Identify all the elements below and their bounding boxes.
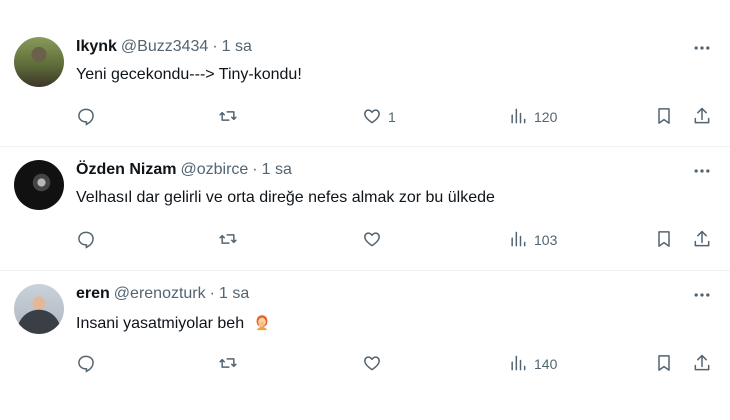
- reply-feed: Ikynk @Buzz3434 · 1 sa Yeni gecekondu---…: [0, 0, 730, 420]
- bookmark-button[interactable]: [654, 104, 674, 130]
- user-handle[interactable]: @ozbirce: [180, 161, 248, 179]
- avatar[interactable]: [14, 284, 64, 334]
- user-name[interactable]: eren: [76, 285, 110, 303]
- heart-icon: [362, 353, 382, 376]
- views-button[interactable]: 103: [508, 227, 557, 253]
- like-button[interactable]: [362, 351, 388, 377]
- action-bar: 140: [76, 351, 716, 377]
- views-button[interactable]: 140: [508, 351, 557, 377]
- separator-dot: ·: [212, 38, 218, 55]
- share-button[interactable]: [692, 104, 712, 130]
- view-count: 140: [534, 356, 558, 372]
- reply-item[interactable]: eren @erenozturk · 1 sa Insani yasatmiyo…: [0, 271, 730, 411]
- view-count: 120: [534, 109, 558, 125]
- timestamp[interactable]: 1 sa: [219, 285, 249, 303]
- separator-dot: ·: [252, 161, 258, 178]
- retweet-icon: [218, 229, 238, 252]
- user-handle[interactable]: @Buzz3434: [121, 38, 208, 56]
- reply-icon: [76, 106, 96, 129]
- more-horizontal-icon[interactable]: [692, 38, 712, 58]
- like-button[interactable]: 1: [362, 104, 396, 130]
- heart-icon: [362, 229, 382, 252]
- reply-button[interactable]: [76, 104, 96, 130]
- share-button[interactable]: [692, 351, 712, 377]
- user-name[interactable]: Özden Nizam: [76, 161, 176, 179]
- bookmark-icon: [654, 229, 674, 252]
- reply-button[interactable]: [76, 351, 96, 377]
- separator-dot: ·: [209, 285, 215, 302]
- face-palm-emoji: [253, 313, 271, 331]
- views-icon: [508, 229, 528, 252]
- reply-text: Yeni gecekondu---> Tiny-kondu!: [76, 66, 302, 83]
- user-handle[interactable]: @erenozturk: [114, 285, 206, 303]
- share-icon: [692, 353, 712, 376]
- views-icon: [508, 353, 528, 376]
- avatar[interactable]: [14, 37, 64, 87]
- view-count: 103: [534, 232, 558, 248]
- retweet-icon: [218, 106, 238, 129]
- more-horizontal-icon[interactable]: [692, 161, 712, 181]
- retweet-button[interactable]: [218, 104, 238, 130]
- reply-text: Insani yasatmiyolar beh: [76, 315, 245, 332]
- like-count: 1: [388, 109, 396, 125]
- reply-icon: [76, 353, 96, 376]
- views-button[interactable]: 120: [508, 104, 557, 130]
- action-bar: 103: [76, 227, 716, 253]
- timestamp[interactable]: 1 sa: [222, 38, 252, 56]
- avatar[interactable]: [14, 160, 64, 210]
- timestamp[interactable]: 1 sa: [262, 161, 292, 179]
- more-horizontal-icon[interactable]: [692, 285, 712, 305]
- reply-header: eren @erenozturk · 1 sa: [76, 285, 249, 303]
- share-button[interactable]: [692, 227, 712, 253]
- reply-button[interactable]: [76, 227, 96, 253]
- bookmark-icon: [654, 106, 674, 129]
- retweet-button[interactable]: [218, 227, 238, 253]
- heart-icon: [362, 106, 382, 129]
- bookmark-icon: [654, 353, 674, 376]
- action-bar: 1 120: [76, 104, 716, 130]
- bookmark-button[interactable]: [654, 227, 674, 253]
- retweet-button[interactable]: [218, 351, 238, 377]
- reply-header: Özden Nizam @ozbirce · 1 sa: [76, 161, 292, 179]
- retweet-icon: [218, 353, 238, 376]
- reply-item[interactable]: Özden Nizam @ozbirce · 1 sa Velhasıl dar…: [0, 147, 730, 269]
- reply-icon: [76, 229, 96, 252]
- user-name[interactable]: Ikynk: [76, 38, 117, 56]
- reply-header: Ikynk @Buzz3434 · 1 sa: [76, 38, 252, 56]
- reply-item[interactable]: Ikynk @Buzz3434 · 1 sa Yeni gecekondu---…: [0, 24, 730, 146]
- bookmark-button[interactable]: [654, 351, 674, 377]
- like-button[interactable]: [362, 227, 388, 253]
- views-icon: [508, 106, 528, 129]
- reply-text-container: Insani yasatmiyolar beh: [76, 313, 271, 333]
- share-icon: [692, 106, 712, 129]
- reply-text: Velhasıl dar gelirli ve orta direğe nefe…: [76, 189, 495, 206]
- share-icon: [692, 229, 712, 252]
